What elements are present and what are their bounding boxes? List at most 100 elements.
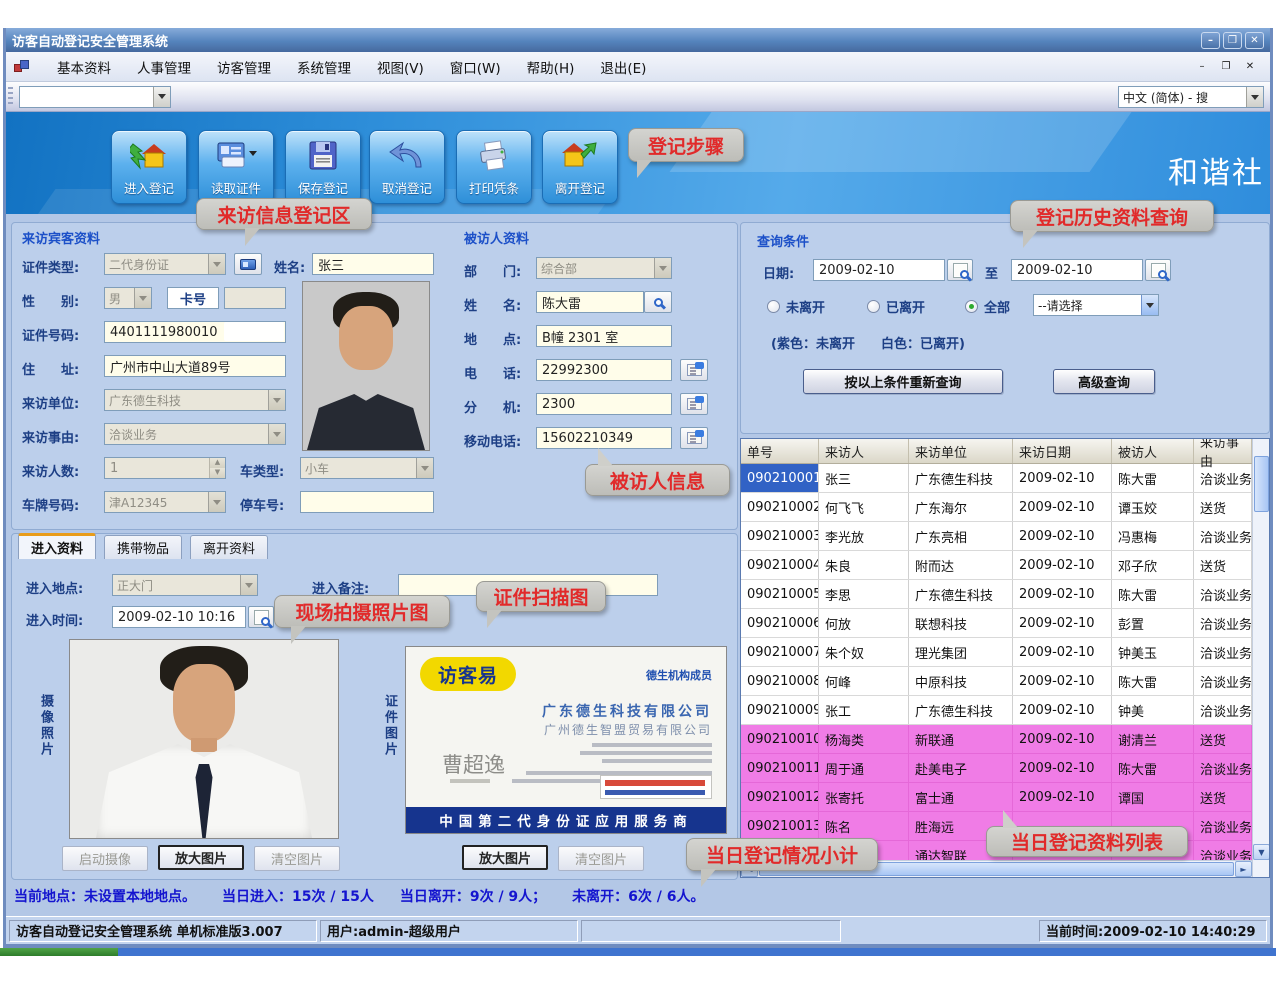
table-cell[interactable]: 090210009 [741,696,819,724]
table-cell[interactable]: 钟美 [1112,696,1194,724]
clear-id-button[interactable]: 清空图片 [558,846,644,871]
advanced-query-button[interactable]: 高级查询 [1053,369,1155,394]
table-cell[interactable]: 090210004 [741,551,819,579]
table-header[interactable]: 来访日期 [1013,439,1112,463]
table-row[interactable]: 090210009张工广东德生科技2009-02-10钟美洽谈业务 [741,696,1269,725]
entry-time-picker-button[interactable] [248,606,274,628]
table-cell[interactable]: 送货 [1194,493,1252,521]
table-cell[interactable]: 2009-02-10 [1013,522,1112,550]
radio-left[interactable]: 已离开 [867,297,925,316]
query-select-combobox[interactable]: --请选择 [1033,294,1159,316]
table-cell[interactable]: 周于通 [819,754,909,782]
table-row[interactable]: 090210007朱个奴理光集团2009-02-10钟美玉洽谈业务 [741,638,1269,667]
dept-combobox[interactable]: 综合部 [536,257,672,279]
toolbar-grip[interactable] [8,87,13,107]
table-cell[interactable]: 送货 [1194,551,1252,579]
mdi-close-button[interactable]: ✕ [1242,59,1258,74]
table-cell[interactable]: 2009-02-10 [1013,783,1112,811]
table-cell[interactable]: 联想科技 [909,609,1013,637]
table-row[interactable]: 090210001张三广东德生科技2009-02-10陈大雷洽谈业务 [741,464,1269,493]
table-cell[interactable]: 2009-02-10 [1013,667,1112,695]
read-card-small-button[interactable] [234,253,262,275]
entry-time-field[interactable]: 2009-02-10 10:16 [112,606,246,628]
card-no-field[interactable] [224,287,286,309]
table-cell[interactable]: 2009-02-10 [1013,754,1112,782]
plate-combobox[interactable]: 津A12345 [104,491,226,513]
table-cell[interactable]: 广东德生科技 [909,696,1013,724]
date-to-picker-button[interactable] [1145,259,1171,281]
table-cell[interactable]: 邓子欣 [1112,551,1194,579]
menu-hr[interactable]: 人事管理 [124,53,204,81]
menu-view[interactable]: 视图(V) [364,53,437,81]
table-cell[interactable]: 2009-02-10 [1013,609,1112,637]
table-cell[interactable]: 彭置 [1112,609,1194,637]
close-button[interactable]: ✕ [1245,32,1264,49]
table-cell[interactable]: 何飞飞 [819,493,909,521]
table-cell[interactable]: 李光放 [819,522,909,550]
table-cell[interactable]: 陈大雷 [1112,754,1194,782]
table-cell[interactable]: 洽谈业务 [1194,522,1252,550]
id-type-combobox[interactable]: 二代身份证 [104,253,226,275]
table-cell[interactable]: 090210006 [741,609,819,637]
table-cell[interactable]: 李思 [819,580,909,608]
mobile-field[interactable]: 15602210349 [536,427,672,449]
ext-notify-button[interactable] [680,393,708,415]
vertical-scrollbar[interactable]: ▼ [1252,439,1269,877]
date-to-field[interactable]: 2009-02-10 [1011,259,1143,281]
scroll-down-icon[interactable]: ▼ [1253,844,1270,860]
leave-registration-button[interactable]: 离开登记 [542,130,618,204]
table-cell[interactable]: 090210007 [741,638,819,666]
table-cell[interactable]: 2009-02-10 [1013,551,1112,579]
table-cell[interactable]: 2009-02-10 [1013,725,1112,753]
people-count-stepper[interactable]: 1 ▲▼ [104,457,226,479]
date-from-field[interactable]: 2009-02-10 [813,259,945,281]
table-cell[interactable]: 2009-02-10 [1013,580,1112,608]
table-cell[interactable]: 090210005 [741,580,819,608]
table-cell[interactable]: 090210012 [741,783,819,811]
mobile-notify-button[interactable] [680,427,708,449]
restore-button[interactable]: ❐ [1223,32,1242,49]
table-cell[interactable]: 090210003 [741,522,819,550]
table-row[interactable]: 090210012张寄托富士通2009-02-10谭国送货 [741,783,1269,812]
table-cell[interactable]: 广东亮相 [909,522,1013,550]
table-cell[interactable]: 陈大雷 [1112,464,1194,492]
table-cell[interactable]: 朱良 [819,551,909,579]
table-cell[interactable]: 洽谈业务 [1194,464,1252,492]
table-row[interactable]: 090210008何峰中原科技2009-02-10陈大雷洽谈业务 [741,667,1269,696]
table-header[interactable]: 来访事由 [1194,439,1252,463]
zoom-id-button[interactable]: 放大图片 [462,845,548,870]
table-cell[interactable]: 广东德生科技 [909,580,1013,608]
tab-carried-items[interactable]: 携带物品 [104,535,182,559]
start-button[interactable] [0,948,118,956]
table-cell[interactable]: 2009-02-10 [1013,493,1112,521]
menu-help[interactable]: 帮助(H) [514,53,588,81]
table-cell[interactable]: 何放 [819,609,909,637]
scrollbar-thumb[interactable] [1254,456,1269,512]
table-cell[interactable]: 090210008 [741,667,819,695]
table-cell[interactable]: 洽谈业务 [1194,609,1252,637]
table-cell[interactable]: 送货 [1194,783,1252,811]
table-cell[interactable]: 谢清兰 [1112,725,1194,753]
table-header[interactable]: 被访人 [1112,439,1194,463]
cancel-registration-button[interactable]: 取消登记 [369,130,445,204]
table-cell[interactable]: 090210002 [741,493,819,521]
visited-name-field[interactable]: 陈大雷 [536,291,644,313]
table-cell[interactable]: 洽谈业务 [1194,667,1252,695]
table-cell[interactable]: 张工 [819,696,909,724]
language-combobox[interactable]: 中文 (简体) - 搜 [1118,86,1264,108]
tab-leave-info[interactable]: 离开资料 [190,535,268,559]
ext-field[interactable]: 2300 [536,393,672,415]
table-cell[interactable]: 090210010 [741,725,819,753]
scroll-right-icon[interactable]: ► [1235,861,1252,877]
table-cell[interactable]: 张三 [819,464,909,492]
menu-exit[interactable]: 退出(E) [587,53,659,81]
visitor-name-field[interactable]: 张三 [312,253,434,275]
table-header[interactable]: 来访人 [819,439,909,463]
table-row[interactable]: 090210004朱良附而达2009-02-10邓子欣送货 [741,551,1269,580]
table-cell[interactable]: 钟美玉 [1112,638,1194,666]
table-cell[interactable]: 谭玉姣 [1112,493,1194,521]
address-field[interactable]: 广州市中山大道89号 [104,355,286,377]
menu-system[interactable]: 系统管理 [284,53,364,81]
table-cell[interactable]: 洽谈业务 [1194,580,1252,608]
table-row[interactable]: 090210005李思广东德生科技2009-02-10陈大雷洽谈业务 [741,580,1269,609]
